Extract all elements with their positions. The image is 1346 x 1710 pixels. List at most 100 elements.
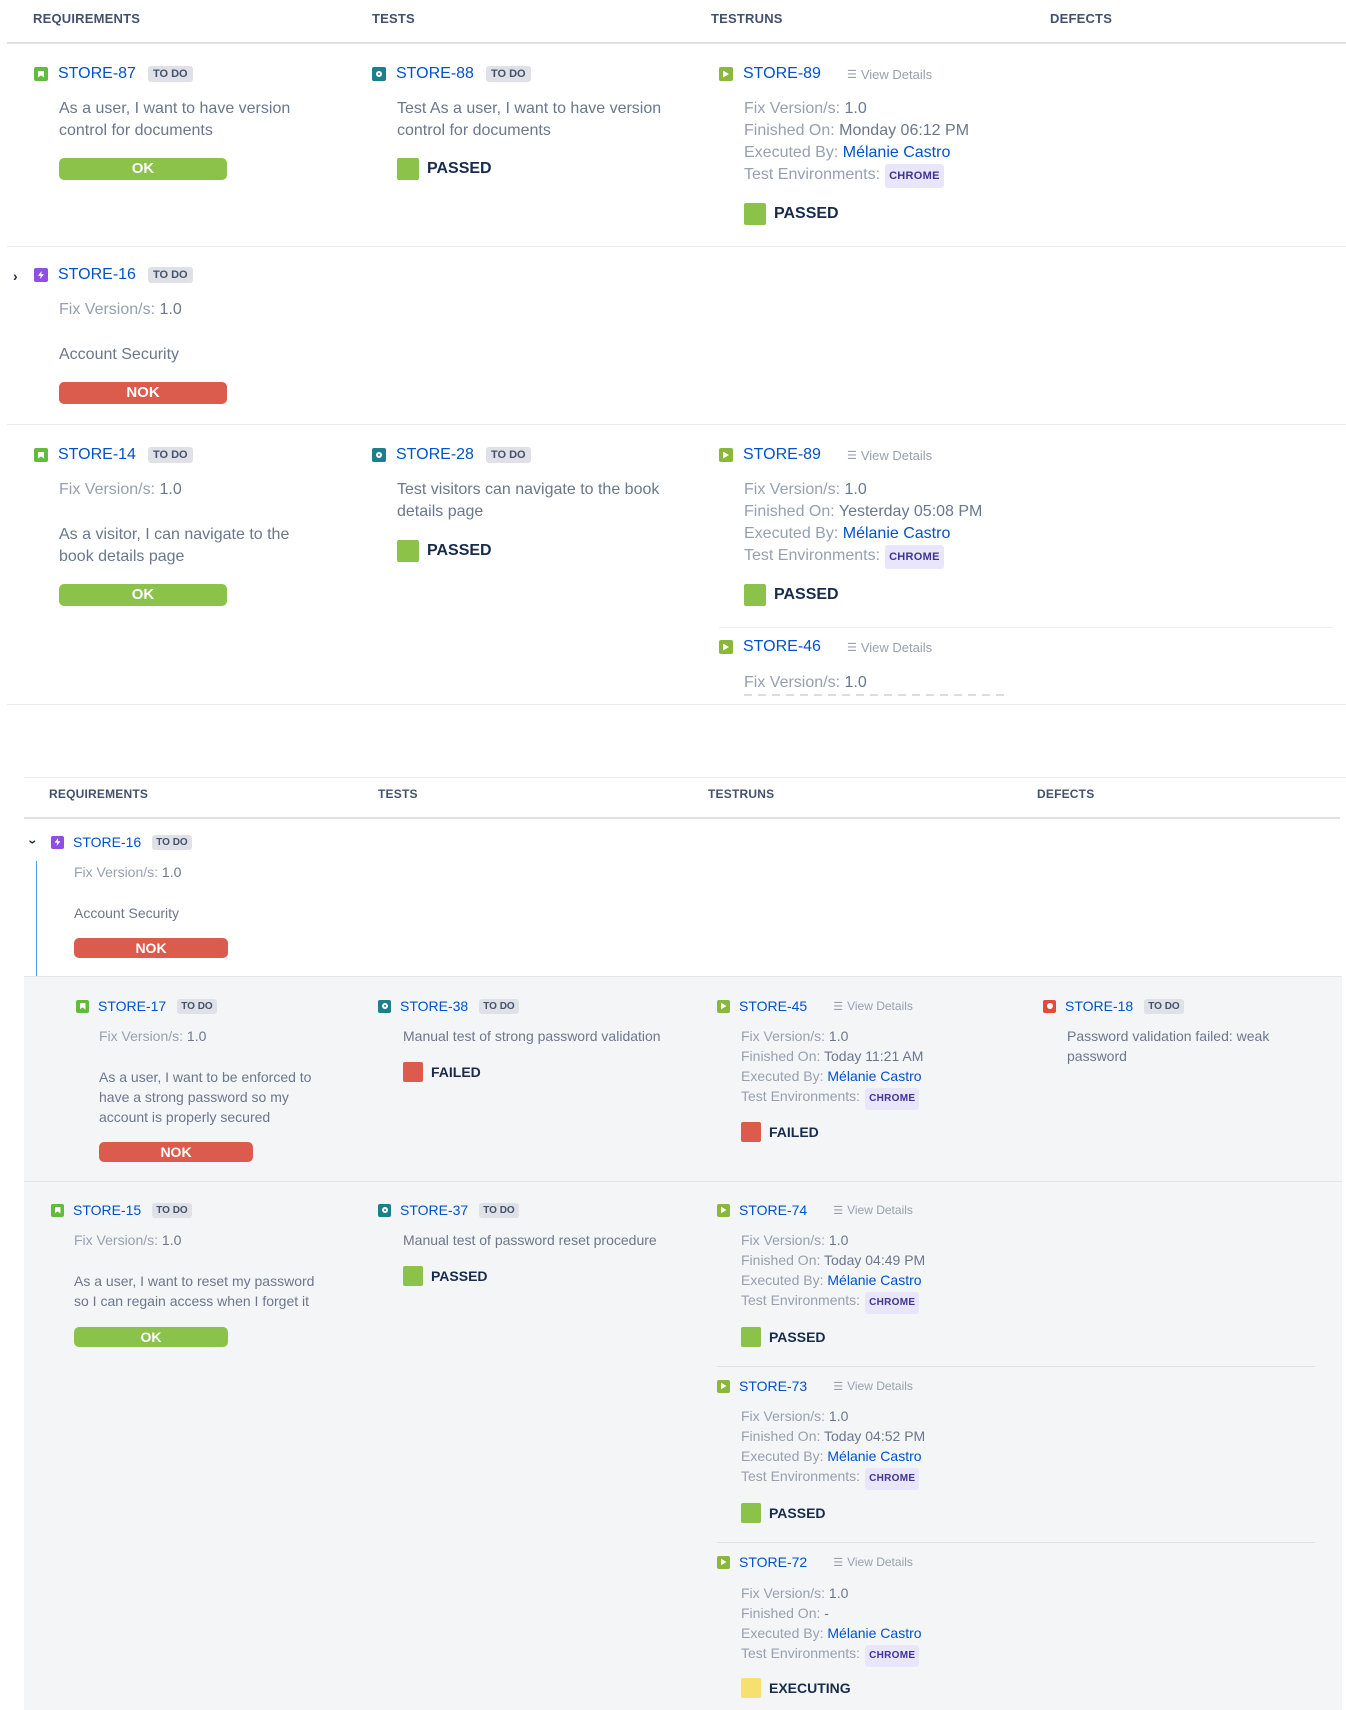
req-item[interactable]: STORE-16 TO DO bbox=[34, 266, 193, 284]
view-details-link[interactable]: ☰ View Details bbox=[833, 999, 913, 1013]
issue-key-link[interactable]: STORE-28 bbox=[396, 446, 474, 464]
issue-key-link[interactable]: STORE-74 bbox=[739, 1202, 807, 1218]
req-item[interactable]: STORE-15 TO DO bbox=[51, 1202, 192, 1218]
issue-key-link[interactable]: STORE-18 bbox=[1065, 998, 1133, 1014]
testrun-item[interactable]: STORE-89 ☰ View Details bbox=[719, 65, 932, 83]
status-square-icon bbox=[741, 1327, 761, 1347]
req-summary: As a user, I want to be enforced to have … bbox=[99, 1069, 312, 1125]
user-link[interactable]: Mélanie Castro bbox=[827, 1272, 921, 1288]
status-badge: TO DO bbox=[147, 267, 193, 283]
status-square-icon bbox=[741, 1678, 761, 1698]
coverage-ok-badge: OK bbox=[59, 158, 227, 180]
view-details-link[interactable]: ☰ View Details bbox=[847, 448, 932, 463]
issue-key-link[interactable]: STORE-16 bbox=[73, 834, 141, 850]
view-details-link[interactable]: ☰ View Details bbox=[833, 1203, 913, 1217]
view-details-link[interactable]: ☰ View Details bbox=[847, 640, 932, 655]
issue-key-link[interactable]: STORE-17 bbox=[98, 998, 166, 1014]
user-link[interactable]: Mélanie Castro bbox=[827, 1068, 921, 1084]
status-square-icon bbox=[403, 1266, 423, 1286]
header-testruns: TESTRUNS bbox=[711, 11, 783, 26]
test-item[interactable]: STORE-88 TO DO bbox=[372, 65, 531, 83]
testrun-status: PASSED bbox=[741, 1327, 826, 1347]
issue-key-link[interactable]: STORE-73 bbox=[739, 1378, 807, 1394]
issue-key-link[interactable]: STORE-45 bbox=[739, 998, 807, 1014]
truncated-text-fragment bbox=[744, 694, 1004, 696]
issue-key-link[interactable]: STORE-14 bbox=[58, 446, 136, 464]
testrun-item[interactable]: STORE-45 ☰ View Details bbox=[717, 998, 913, 1014]
details-icon: ☰ bbox=[833, 1000, 844, 1013]
status-badge: TO DO bbox=[152, 1202, 192, 1218]
defect-item[interactable]: STORE-18 TO DO bbox=[1043, 998, 1184, 1014]
collapse-chevron-icon[interactable]: › bbox=[25, 840, 41, 845]
testrun-fields: Fix Version/s: 1.0 Finished On: Yesterda… bbox=[744, 479, 982, 569]
testrun-item[interactable]: STORE-89 ☰ View Details bbox=[719, 446, 932, 464]
req-summary: As a visitor, I can navigate to the book … bbox=[59, 526, 290, 565]
req-fix-version: Fix Version/s: 1.0 bbox=[59, 481, 182, 498]
issue-key-link[interactable]: STORE-37 bbox=[400, 1202, 468, 1218]
testrun-status: FAILED bbox=[741, 1122, 819, 1142]
view-details-link[interactable]: ☰ View Details bbox=[833, 1555, 913, 1569]
testrun-status: EXECUTING bbox=[741, 1678, 851, 1698]
testrun-icon bbox=[717, 1379, 730, 1393]
issue-key-link[interactable]: STORE-88 bbox=[396, 65, 474, 83]
issue-key-link[interactable]: STORE-89 bbox=[743, 65, 821, 83]
details-icon: ☰ bbox=[846, 641, 857, 654]
issue-key-link[interactable]: STORE-89 bbox=[743, 446, 821, 464]
issue-key-link[interactable]: STORE-15 bbox=[73, 1202, 141, 1218]
header-divider bbox=[24, 817, 1340, 819]
coverage-nok-badge: NOK bbox=[99, 1142, 253, 1162]
status-badge: TO DO bbox=[485, 66, 531, 82]
issue-key-link[interactable]: STORE-72 bbox=[739, 1554, 807, 1570]
req-summary: Account Security bbox=[59, 346, 180, 363]
issue-key-link[interactable]: STORE-16 bbox=[58, 266, 136, 284]
view-details-link[interactable]: ☰ View Details bbox=[847, 67, 932, 82]
user-link[interactable]: Mélanie Castro bbox=[843, 144, 951, 161]
test-summary: Test visitors can navigate to the book de… bbox=[397, 481, 660, 520]
epic-item[interactable]: STORE-16 TO DO bbox=[51, 834, 192, 850]
status-badge: TO DO bbox=[1144, 998, 1184, 1014]
env-badge: CHROME bbox=[865, 1645, 920, 1667]
view-details-link[interactable]: ☰ View Details bbox=[833, 1379, 913, 1393]
testrun-item[interactable]: STORE-73 ☰ View Details bbox=[717, 1378, 913, 1394]
env-badge: CHROME bbox=[865, 1088, 920, 1110]
header-tests: TESTS bbox=[372, 11, 415, 26]
status-square-icon bbox=[397, 540, 419, 562]
status-badge: TO DO bbox=[485, 447, 531, 463]
testrun-fields: Fix Version/s: 1.0 Finished On: Today 11… bbox=[741, 1026, 923, 1110]
story-icon bbox=[51, 1203, 64, 1217]
user-link[interactable]: Mélanie Castro bbox=[827, 1448, 921, 1464]
status-badge: TO DO bbox=[479, 1202, 519, 1218]
testrun-fields: Fix Version/s: 1.0 Finished On: Today 04… bbox=[741, 1406, 925, 1490]
status-badge: TO DO bbox=[177, 998, 217, 1014]
test-status: PASSED bbox=[397, 540, 492, 562]
header-tests: TESTS bbox=[378, 787, 418, 801]
user-link[interactable]: Mélanie Castro bbox=[843, 525, 951, 542]
testrun-item[interactable]: STORE-46 ☰ View Details bbox=[719, 638, 932, 656]
req-item[interactable]: STORE-14 TO DO bbox=[34, 446, 193, 464]
testrun-item[interactable]: STORE-72 ☰ View Details bbox=[717, 1554, 913, 1570]
env-badge: CHROME bbox=[865, 1468, 920, 1490]
req-item[interactable]: STORE-17 TO DO bbox=[76, 998, 217, 1014]
status-square-icon bbox=[403, 1062, 423, 1082]
issue-key-link[interactable]: STORE-38 bbox=[400, 998, 468, 1014]
row-divider bbox=[7, 246, 1346, 247]
test-item[interactable]: STORE-28 TO DO bbox=[372, 446, 531, 464]
test-item[interactable]: STORE-38 TO DO bbox=[378, 998, 519, 1014]
user-link[interactable]: Mélanie Castro bbox=[827, 1625, 921, 1641]
bug-icon bbox=[1043, 999, 1056, 1013]
testrun-item[interactable]: STORE-74 ☰ View Details bbox=[717, 1202, 913, 1218]
testrun-status: PASSED bbox=[741, 1503, 826, 1523]
header-defects: DEFECTS bbox=[1050, 11, 1113, 26]
req-item[interactable]: STORE-87 TO DO bbox=[34, 65, 193, 83]
status-square-icon bbox=[741, 1122, 761, 1142]
issue-key-link[interactable]: STORE-46 bbox=[743, 638, 821, 656]
req-summary: As a user, I want to have version control… bbox=[59, 100, 291, 139]
testrun-icon bbox=[719, 67, 733, 81]
header-divider bbox=[7, 42, 1346, 44]
issue-key-link[interactable]: STORE-87 bbox=[58, 65, 136, 83]
test-summary: Test As a user, I want to have version co… bbox=[397, 100, 662, 139]
expand-chevron-icon[interactable]: › bbox=[13, 268, 18, 284]
testrun-divider bbox=[717, 1542, 1315, 1543]
truncated-row bbox=[744, 694, 1004, 704]
test-item[interactable]: STORE-37 TO DO bbox=[378, 1202, 519, 1218]
